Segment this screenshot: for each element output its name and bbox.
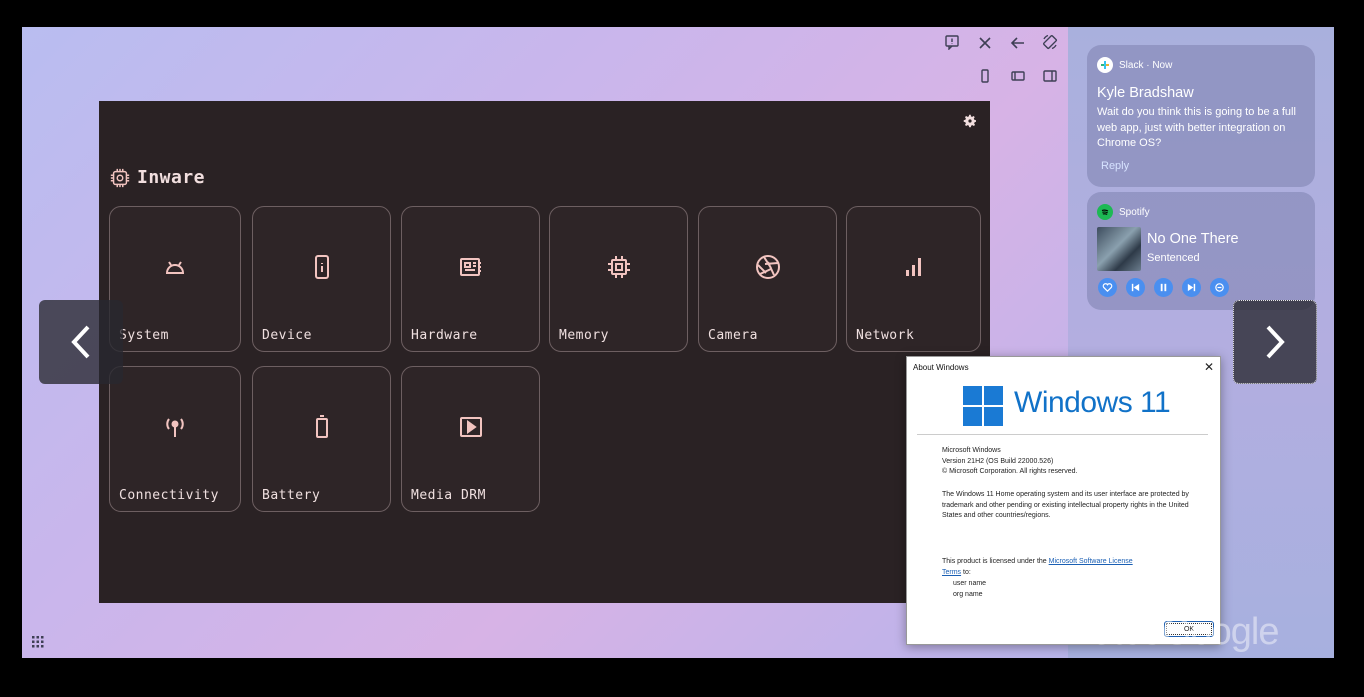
- slack-icon: [1097, 57, 1113, 73]
- reply-button[interactable]: Reply: [1101, 160, 1129, 172]
- phone-size-icon[interactable]: [975, 66, 995, 86]
- dialog-separator: [917, 434, 1208, 435]
- tile-media-drm[interactable]: Media DRM: [401, 366, 540, 512]
- tile-hardware[interactable]: Hardware: [401, 206, 540, 352]
- dislike-minus-icon[interactable]: [1210, 278, 1229, 297]
- notification-app-name: Slack · Now: [1119, 59, 1173, 71]
- next-track-icon[interactable]: [1182, 278, 1201, 297]
- os-name: Microsoft Windows: [942, 447, 1001, 454]
- media-controls: [1098, 278, 1229, 297]
- spotify-icon: [1097, 204, 1113, 220]
- tile-label: Device: [262, 328, 312, 343]
- resizable-size-icon[interactable]: [1040, 66, 1060, 86]
- dialog-title: About Windows: [913, 363, 969, 372]
- windows-logo-icon: [963, 386, 1003, 426]
- play-box-icon: [459, 417, 482, 437]
- desktop: Inware System Device Hardware Memory Cam…: [22, 27, 1334, 658]
- album-art: [1097, 227, 1141, 271]
- tile-device[interactable]: Device: [252, 206, 391, 352]
- slack-notification[interactable]: Slack · Now Kyle Bradshaw Wait do you th…: [1087, 45, 1315, 187]
- feedback-icon[interactable]: [942, 32, 962, 52]
- licensed-org: org name: [953, 590, 983, 598]
- settings-gear-icon[interactable]: [962, 113, 978, 129]
- tile-label: Battery: [262, 488, 321, 503]
- notification-app-name: Spotify: [1119, 206, 1150, 218]
- copyright: © Microsoft Corporation. All rights rese…: [942, 468, 1078, 475]
- next-slide-button[interactable]: [1233, 300, 1317, 384]
- tile-camera[interactable]: Camera: [698, 206, 837, 352]
- license-text: This product is licensed under the Micro…: [942, 558, 1133, 576]
- chip-icon: [607, 256, 630, 278]
- inware-app-window: Inware System Device Hardware Memory Cam…: [99, 101, 990, 603]
- tile-label: Camera: [708, 328, 758, 343]
- song-title: No One There: [1147, 231, 1239, 247]
- licensed-user: user name: [953, 580, 987, 587]
- phone-info-icon: [314, 255, 329, 279]
- antenna-icon: [166, 418, 184, 437]
- watermark: 9to5Google: [1092, 611, 1279, 653]
- back-arrow-icon[interactable]: [1008, 33, 1028, 53]
- notification-title: Kyle Bradshaw: [1097, 85, 1194, 101]
- app-title: Inware: [137, 167, 206, 188]
- chevron-left-icon: [71, 325, 90, 359]
- tablet-size-icon[interactable]: [1008, 66, 1028, 86]
- hardware-board-icon: [459, 258, 481, 276]
- battery-icon: [315, 415, 328, 438]
- tile-label: System: [119, 328, 169, 343]
- previous-slide-button[interactable]: [39, 300, 123, 384]
- os-version: Version 21H2 (OS Build 22000.526): [942, 457, 1054, 465]
- camera-shutter-icon: [755, 255, 780, 279]
- close-icon[interactable]: [975, 33, 995, 53]
- tile-battery[interactable]: Battery: [252, 366, 391, 512]
- tile-label: Network: [856, 328, 915, 343]
- tile-label: Memory: [559, 328, 609, 343]
- about-windows-dialog: About Windows ✕ Windows 11 Microsoft Win…: [906, 356, 1221, 645]
- tile-label: Media DRM: [411, 488, 486, 503]
- inware-logo-icon: [110, 168, 130, 188]
- license-link[interactable]: Microsoft Software License: [1049, 558, 1133, 565]
- license-terms-link[interactable]: Terms: [942, 569, 961, 576]
- dialog-close-icon[interactable]: ✕: [1204, 360, 1214, 374]
- legal-text: The Windows 11 Home operating system and…: [942, 491, 1189, 519]
- tile-network[interactable]: Network: [846, 206, 981, 352]
- android-icon: [165, 261, 185, 274]
- spotify-notification[interactable]: Spotify No One There Sentenced: [1087, 192, 1315, 310]
- tile-label: Hardware: [411, 328, 478, 343]
- previous-track-icon[interactable]: [1126, 278, 1145, 297]
- chevron-right-icon: [1266, 325, 1285, 359]
- tile-connectivity[interactable]: Connectivity: [109, 366, 241, 512]
- notification-body: Wait do you think this is going to be a …: [1097, 106, 1296, 149]
- song-artist: Sentenced: [1147, 252, 1200, 264]
- tile-label: Connectivity: [119, 488, 219, 503]
- signal-bars-icon: [905, 258, 921, 276]
- tile-system[interactable]: System: [109, 206, 241, 352]
- windows-brand-text: Windows 11: [1014, 386, 1171, 419]
- tile-memory[interactable]: Memory: [549, 206, 688, 352]
- app-launcher-icon[interactable]: [32, 636, 44, 648]
- rotate-icon[interactable]: [1040, 32, 1060, 52]
- like-heart-icon[interactable]: [1098, 278, 1117, 297]
- pause-icon[interactable]: [1154, 278, 1173, 297]
